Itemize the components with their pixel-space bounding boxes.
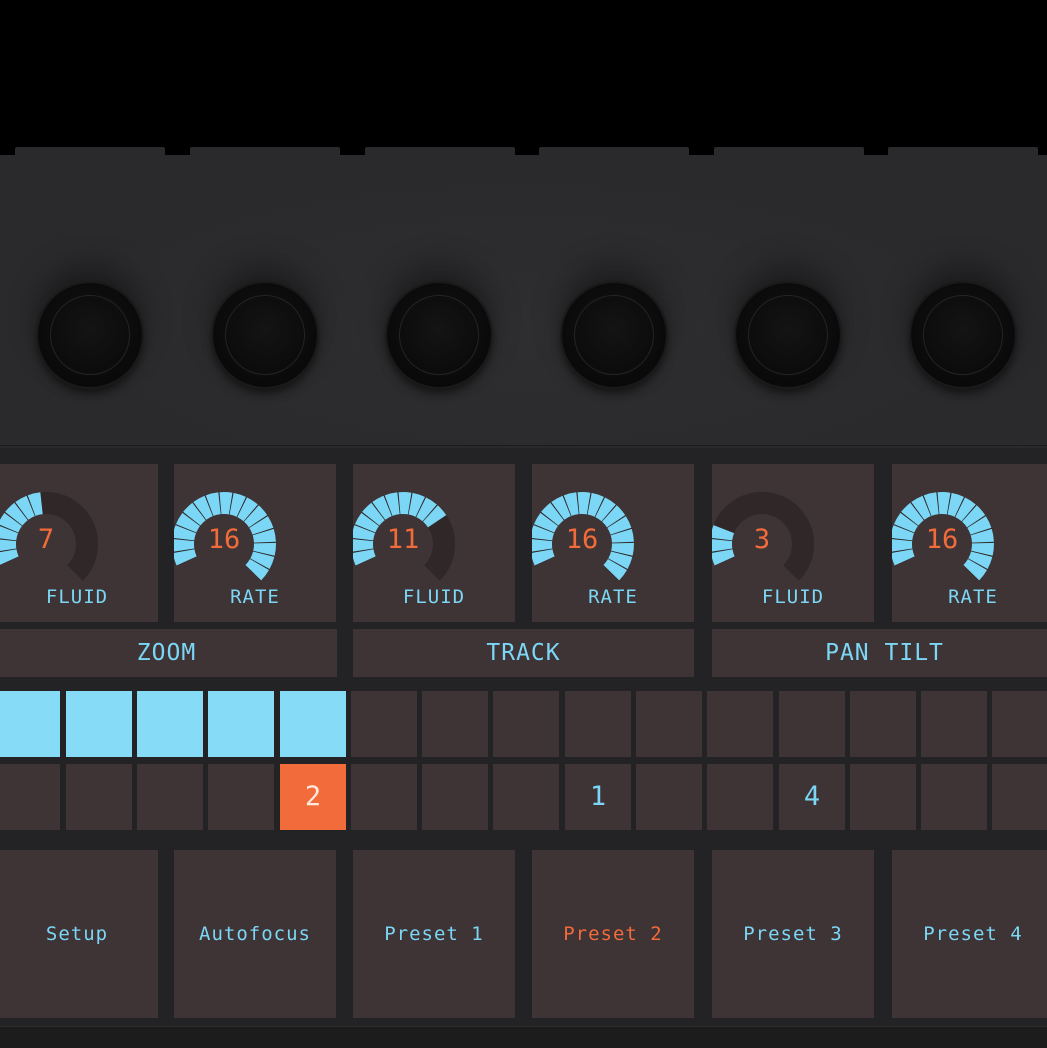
pad-r1-c3[interactable] — [137, 691, 203, 757]
pad-r1-c10[interactable] — [636, 691, 702, 757]
pad-r2-c6[interactable] — [351, 764, 417, 830]
group-header-track: TRACK — [353, 629, 694, 677]
pad-r1-c14[interactable] — [921, 691, 987, 757]
pad-r1-c2[interactable] — [66, 691, 132, 757]
pad-r2-c4[interactable] — [208, 764, 274, 830]
dial-panel-6[interactable]: 16 RATE — [892, 464, 1047, 622]
pad-r2-c15[interactable] — [992, 764, 1047, 830]
pad-r1-c8[interactable] — [493, 691, 559, 757]
dial-panel-2[interactable]: 16 RATE — [174, 464, 336, 622]
rotary-knob-4[interactable] — [562, 283, 666, 387]
pad-r1-c7[interactable] — [422, 691, 488, 757]
rotary-knob-1[interactable] — [38, 283, 142, 387]
rotary-knob-2[interactable] — [213, 283, 317, 387]
dial-value: 16 — [207, 524, 241, 555]
dial-value: 7 — [37, 524, 55, 555]
dial-label: RATE — [948, 586, 998, 608]
pad-r1-c12[interactable] — [779, 691, 845, 757]
pad-r1-c1[interactable] — [0, 691, 60, 757]
pad-r1-c9[interactable] — [565, 691, 631, 757]
device-bottom-edge — [0, 1026, 1047, 1048]
pad-r2-c14[interactable] — [921, 764, 987, 830]
group-header-pan-tilt: PAN TILT — [712, 629, 1047, 677]
pad-r2-c12[interactable]: 4 — [779, 764, 845, 830]
pad-r1-c15[interactable] — [992, 691, 1047, 757]
preset-2-button[interactable]: Preset 2 — [532, 850, 694, 1018]
pad-r2-c13[interactable] — [850, 764, 916, 830]
pad-r1-c13[interactable] — [850, 691, 916, 757]
pad-r2-c11[interactable] — [707, 764, 773, 830]
pad-r2-c1[interactable] — [0, 764, 60, 830]
preset-3-button[interactable]: Preset 3 — [712, 850, 874, 1018]
rotary-knob-6[interactable] — [911, 283, 1015, 387]
dial-panel-4[interactable]: 16 RATE — [532, 464, 694, 622]
rotary-knob-5[interactable] — [736, 283, 840, 387]
pad-r1-c6[interactable] — [351, 691, 417, 757]
pad-r1-c11[interactable] — [707, 691, 773, 757]
dial-label: FLUID — [402, 586, 466, 608]
dial-panel-1[interactable]: 7 FLUID — [0, 464, 158, 622]
preset-1-button[interactable]: Preset 1 — [353, 850, 515, 1018]
dial-label: FLUID — [761, 586, 825, 608]
rotary-knob-3[interactable] — [387, 283, 491, 387]
setup-button[interactable]: Setup — [0, 850, 158, 1018]
pad-r2-c9[interactable]: 1 — [565, 764, 631, 830]
dial-panel-3[interactable]: 11 FLUID — [353, 464, 515, 622]
dial-value: 16 — [925, 524, 959, 555]
preset-4-button[interactable]: Preset 4 — [892, 850, 1047, 1018]
pad-r2-c5[interactable]: 2 — [280, 764, 346, 830]
pad-r2-c10[interactable] — [636, 764, 702, 830]
dial-label: FLUID — [45, 586, 109, 608]
pad-r1-c5[interactable] — [280, 691, 346, 757]
pad-r2-c3[interactable] — [137, 764, 203, 830]
dial-label: RATE — [230, 586, 280, 608]
dial-value: 11 — [386, 524, 420, 555]
dial-panel-5[interactable]: 3 FLUID — [712, 464, 874, 622]
knob-bay — [0, 155, 1047, 446]
pad-r2-c8[interactable] — [493, 764, 559, 830]
pad-r1-c4[interactable] — [208, 691, 274, 757]
autofocus-button[interactable]: Autofocus — [174, 850, 336, 1018]
group-header-zoom: ZOOM — [0, 629, 337, 677]
pad-r2-c2[interactable] — [66, 764, 132, 830]
dial-value: 16 — [565, 524, 599, 555]
dial-value: 3 — [753, 524, 771, 555]
pad-r2-c7[interactable] — [422, 764, 488, 830]
dial-label: RATE — [588, 586, 638, 608]
